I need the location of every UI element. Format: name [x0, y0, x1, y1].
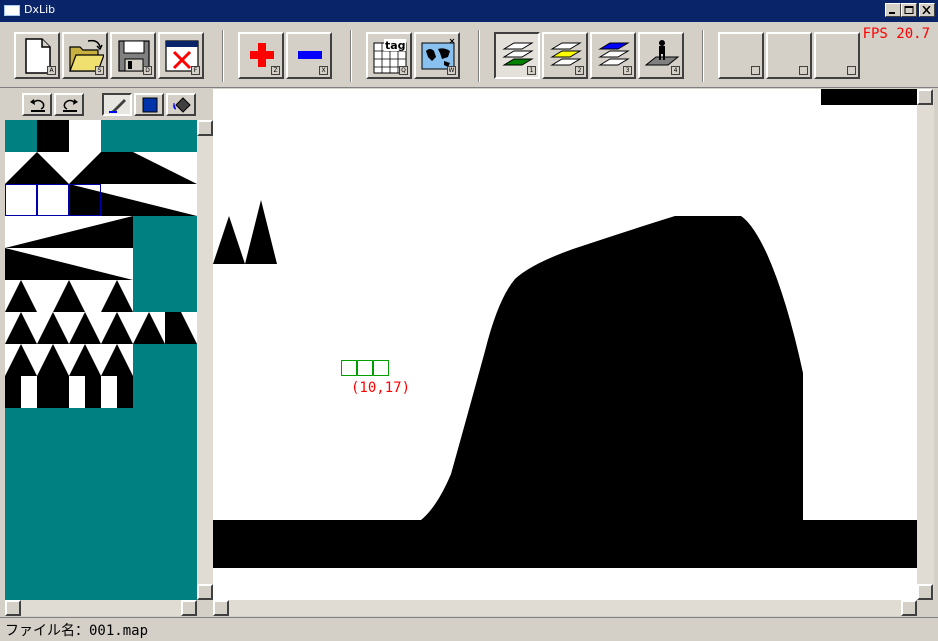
paint-bucket-icon	[173, 97, 191, 113]
window-title: DxLib	[24, 3, 56, 16]
palette-horizontal-scrollbar[interactable]	[5, 600, 197, 616]
open-file-button[interactable]: S	[62, 32, 108, 79]
empty-tool-button-2[interactable]	[766, 32, 812, 79]
palette-vertical-scrollbar[interactable]	[197, 120, 213, 600]
scroll-right-button[interactable]	[181, 600, 197, 616]
toolbar: A S D F Z X tag Q W 1 2 3 4	[0, 22, 938, 88]
scroll-right-button[interactable]	[901, 600, 917, 616]
new-file-button[interactable]: A	[14, 32, 60, 79]
layer-fill	[502, 58, 534, 66]
layer-fill	[550, 50, 582, 58]
tile-palette[interactable]	[5, 120, 197, 600]
scroll-left-button[interactable]	[5, 600, 21, 616]
shortcut-key	[847, 66, 856, 75]
shortcut-key: X	[319, 66, 328, 75]
map-vertical-scrollbar[interactable]	[917, 89, 934, 600]
redo-button[interactable]	[54, 93, 84, 116]
scroll-down-button[interactable]	[917, 584, 933, 600]
redo-icon	[63, 99, 78, 112]
cursor-tile	[341, 360, 357, 376]
app-icon	[4, 5, 20, 16]
minimize-button[interactable]	[885, 3, 901, 17]
remove-button[interactable]: X	[286, 32, 332, 79]
undo-icon	[30, 99, 45, 112]
toolbar-separator	[350, 30, 352, 82]
tag-button[interactable]: tag Q	[366, 32, 412, 79]
layer-4-button[interactable]: 4	[638, 32, 684, 79]
hill-terrain	[213, 216, 917, 568]
layer-2-button[interactable]: 2	[542, 32, 588, 79]
shortcut-key: Q	[399, 66, 408, 75]
tag-label: tag	[385, 39, 406, 52]
shortcut-key: 2	[575, 66, 584, 75]
shortcut-key: 1	[527, 66, 536, 75]
maximize-button[interactable]	[901, 3, 917, 17]
toolbar-separator	[702, 30, 704, 82]
map-tile	[245, 200, 277, 264]
map-tile	[213, 216, 245, 264]
shortcut-key: S	[95, 66, 104, 75]
toolbar-separator	[478, 30, 480, 82]
map-canvas[interactable]: (10,17)	[213, 89, 917, 600]
toolbar-separator	[222, 30, 224, 82]
fill-rect-tool-button[interactable]	[134, 93, 164, 116]
map-horizontal-scrollbar[interactable]	[213, 600, 917, 616]
layer-3-button[interactable]: 3	[590, 32, 636, 79]
shortcut-key: A	[47, 66, 56, 75]
fps-counter: FPS 20.7	[862, 26, 930, 42]
save-file-button[interactable]: D	[110, 32, 156, 79]
shortcut-key: F	[191, 66, 200, 75]
shortcut-key: 4	[671, 66, 680, 75]
map-tile	[821, 89, 917, 105]
cursor-tile	[373, 360, 389, 376]
scroll-up-button[interactable]	[197, 120, 213, 136]
shortcut-key: 3	[623, 66, 632, 75]
layer-1-button[interactable]: 1	[494, 32, 540, 79]
cursor-tile	[357, 360, 373, 376]
title-bar: DxLib	[0, 0, 938, 22]
pen-tool-button[interactable]	[102, 93, 132, 116]
scroll-left-button[interactable]	[213, 600, 229, 616]
empty-tool-button-1[interactable]	[718, 32, 764, 79]
shortcut-key	[799, 66, 808, 75]
square-icon	[142, 97, 158, 113]
cursor-coordinate: (10,17)	[351, 380, 411, 396]
paint-bucket-tool-button[interactable]	[166, 93, 196, 116]
shortcut-key	[751, 66, 760, 75]
shortcut-key: Z	[271, 66, 280, 75]
tile-tools	[2, 89, 212, 119]
status-bar: ファイル名：001.map	[0, 617, 938, 641]
tile-palette-canvas[interactable]	[5, 120, 197, 600]
map-settings-button[interactable]: W	[414, 32, 460, 79]
scroll-down-button[interactable]	[197, 584, 213, 600]
undo-button[interactable]	[22, 93, 52, 116]
filename-label: ファイル名：001.map	[5, 623, 149, 639]
map-view[interactable]	[213, 89, 917, 600]
add-button[interactable]: Z	[238, 32, 284, 79]
close-window-button[interactable]	[919, 3, 935, 17]
scroll-up-button[interactable]	[917, 89, 933, 105]
shortcut-key: W	[447, 66, 456, 75]
pen-icon	[109, 99, 126, 113]
empty-tool-button-3[interactable]	[814, 32, 860, 79]
close-file-button[interactable]: F	[158, 32, 204, 79]
shortcut-key: D	[143, 66, 152, 75]
layer-fill	[598, 42, 630, 50]
